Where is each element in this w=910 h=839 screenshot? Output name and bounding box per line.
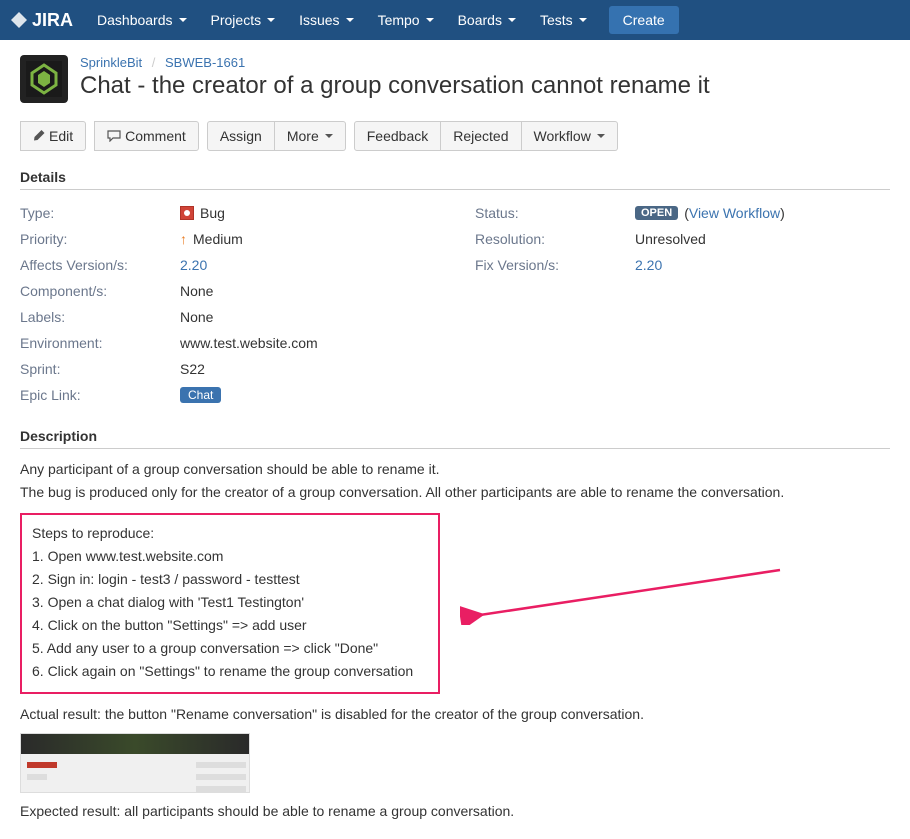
steps-highlight-box: Steps to reproduce: 1. Open www.test.web… <box>20 513 440 694</box>
epic-label: Epic Link: <box>20 387 180 403</box>
comment-icon <box>107 130 121 142</box>
type-value: Bug <box>200 205 225 221</box>
nav-tests[interactable]: Tests <box>530 6 597 34</box>
step-5: 5. Add any user to a group conversation … <box>32 638 428 659</box>
priority-arrow-icon: ↑ <box>180 231 187 247</box>
caret-down-icon <box>179 18 187 22</box>
issue-content: SprinkleBit / SBWEB-1661 Chat - the crea… <box>0 40 910 839</box>
sprint-value: S22 <box>180 361 205 377</box>
issue-title-block: SprinkleBit / SBWEB-1661 Chat - the crea… <box>80 55 710 100</box>
more-button[interactable]: More <box>275 121 346 151</box>
breadcrumb: SprinkleBit / SBWEB-1661 <box>80 55 710 70</box>
create-button[interactable]: Create <box>609 6 679 34</box>
feedback-button[interactable]: Feedback <box>354 121 441 151</box>
issue-title: Chat - the creator of a group conversati… <box>80 72 710 100</box>
project-avatar[interactable] <box>20 55 68 103</box>
description-heading: Description <box>20 428 890 449</box>
epic-link[interactable]: Chat <box>180 387 221 403</box>
labels-value: None <box>180 309 213 325</box>
edit-button[interactable]: Edit <box>20 121 86 151</box>
annotation-arrow-icon <box>460 565 790 625</box>
workflow-button[interactable]: Workflow <box>522 121 618 151</box>
actual-result: Actual result: the button "Rename conver… <box>20 704 890 725</box>
caret-down-icon <box>508 18 516 22</box>
caret-down-icon <box>426 18 434 22</box>
priority-value: Medium <box>193 231 243 247</box>
description-intro-1: Any participant of a group conversation … <box>20 459 890 480</box>
nav-issues[interactable]: Issues <box>289 6 363 34</box>
nav-projects[interactable]: Projects <box>201 6 286 34</box>
jira-logo[interactable]: JIRA <box>10 10 73 31</box>
details-right-column: Status:OPEN(View Workflow) Resolution:Un… <box>475 200 890 408</box>
screenshot-thumbnail[interactable] <box>20 733 250 793</box>
step-1: 1. Open www.test.website.com <box>32 546 428 567</box>
caret-down-icon <box>267 18 275 22</box>
issue-header: SprinkleBit / SBWEB-1661 Chat - the crea… <box>20 55 890 103</box>
pencil-icon <box>33 130 45 142</box>
fixversion-value[interactable]: 2.20 <box>635 257 662 273</box>
steps-title: Steps to reproduce: <box>32 523 428 544</box>
breadcrumb-project[interactable]: SprinkleBit <box>80 55 142 70</box>
step-4: 4. Click on the button "Settings" => add… <box>32 615 428 636</box>
jira-logo-text: JIRA <box>32 10 73 31</box>
comment-button[interactable]: Comment <box>94 121 199 151</box>
resolution-value: Unresolved <box>635 231 706 247</box>
project-avatar-icon <box>26 61 62 97</box>
environment-value: www.test.website.com <box>180 335 318 351</box>
affects-value[interactable]: 2.20 <box>180 257 207 273</box>
action-bar: Edit Comment Assign More Feedback Reject… <box>20 121 890 151</box>
caret-down-icon <box>579 18 587 22</box>
assign-button[interactable]: Assign <box>207 121 275 151</box>
description-body: Any participant of a group conversation … <box>20 459 890 822</box>
view-workflow-link[interactable]: View Workflow <box>689 205 780 221</box>
details-grid: Type: Bug Priority:↑ Medium Affects Versio… <box>20 200 890 408</box>
components-value: None <box>180 283 213 299</box>
priority-label: Priority: <box>20 231 180 247</box>
caret-down-icon <box>597 134 605 138</box>
breadcrumb-separator: / <box>152 55 156 70</box>
description-intro-2: The bug is produced only for the creator… <box>20 482 890 503</box>
affects-label: Affects Version/s: <box>20 257 180 273</box>
top-navbar: JIRA Dashboards Projects Issues Tempo Bo… <box>0 0 910 40</box>
nav-boards[interactable]: Boards <box>448 6 526 34</box>
caret-down-icon <box>346 18 354 22</box>
fixversion-label: Fix Version/s: <box>475 257 635 273</box>
step-2: 2. Sign in: login - test3 / password - t… <box>32 569 428 590</box>
step-3: 3. Open a chat dialog with 'Test1 Testin… <box>32 592 428 613</box>
details-heading: Details <box>20 169 890 190</box>
bug-icon <box>180 206 194 220</box>
details-left-column: Type: Bug Priority:↑ Medium Affects Versio… <box>20 200 435 408</box>
sprint-label: Sprint: <box>20 361 180 377</box>
jira-logo-icon <box>10 11 28 29</box>
nav-dashboards[interactable]: Dashboards <box>87 6 197 34</box>
type-label: Type: <box>20 205 180 221</box>
step-6: 6. Click again on "Settings" to rename t… <box>32 661 428 682</box>
status-label: Status: <box>475 205 635 221</box>
caret-down-icon <box>325 134 333 138</box>
breadcrumb-key[interactable]: SBWEB-1661 <box>165 55 245 70</box>
nav-tempo[interactable]: Tempo <box>368 6 444 34</box>
labels-label: Labels: <box>20 309 180 325</box>
environment-label: Environment: <box>20 335 180 351</box>
expected-result: Expected result: all participants should… <box>20 801 890 822</box>
rejected-button[interactable]: Rejected <box>441 121 521 151</box>
components-label: Component/s: <box>20 283 180 299</box>
resolution-label: Resolution: <box>475 231 635 247</box>
status-badge: OPEN <box>635 206 678 220</box>
